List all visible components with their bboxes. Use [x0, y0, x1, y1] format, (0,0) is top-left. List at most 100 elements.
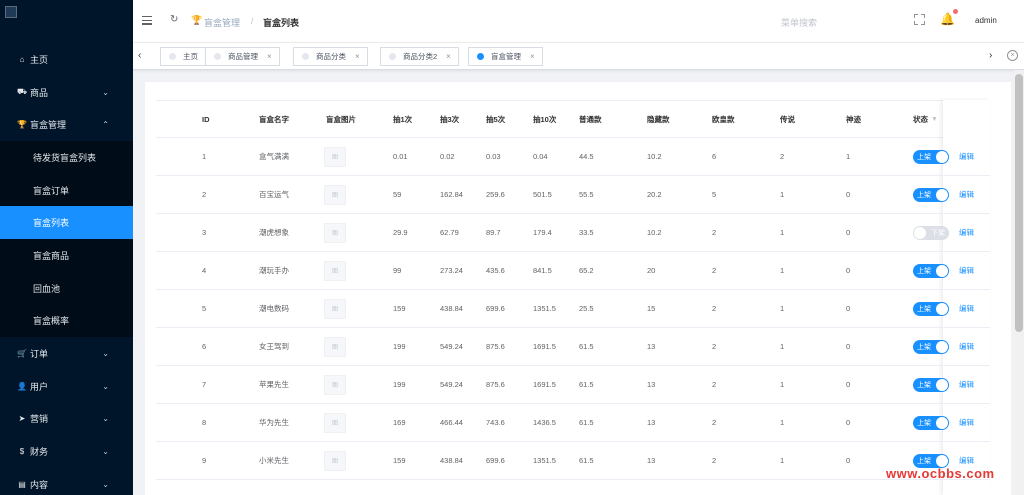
- logo-image: [5, 6, 17, 18]
- image-placeholder-icon[interactable]: 图: [324, 260, 346, 281]
- scrollbar-thumb[interactable]: [1015, 74, 1023, 332]
- image-placeholder-icon[interactable]: 图: [324, 336, 346, 357]
- table-cell-p1: 169: [393, 418, 406, 427]
- toggle-knob: [936, 264, 948, 277]
- hamburger-icon[interactable]: [142, 16, 152, 27]
- table-cell-p1: 59: [393, 190, 402, 199]
- breadcrumb-parent[interactable]: 盲盒管理: [204, 16, 240, 29]
- sidebar-item-items2-4[interactable]: ▤ 内容 ⌄: [0, 468, 133, 495]
- menu-search-input[interactable]: 菜单搜索: [781, 16, 817, 29]
- column-header: 状态 ▼: [913, 101, 938, 137]
- sidebar-item-items-2[interactable]: 🏆 盲盒管理 ⌃: [0, 108, 133, 141]
- sidebar-subitem[interactable]: 盲盒概率: [0, 304, 133, 338]
- status-toggle-label: 上架: [917, 343, 931, 351]
- table-cell-p1: 159: [393, 456, 406, 465]
- status-toggle[interactable]: 上架: [913, 415, 949, 430]
- image-placeholder-icon[interactable]: 图: [324, 146, 346, 167]
- edit-link[interactable]: 编辑: [959, 455, 974, 466]
- status-toggle[interactable]: 上架: [913, 149, 949, 164]
- edit-link[interactable]: 编辑: [959, 265, 974, 276]
- tab-item[interactable]: 盲盒管理 ×: [468, 47, 543, 66]
- close-all-tabs-icon[interactable]: ×: [1007, 50, 1018, 61]
- trophy-icon: 🏆: [191, 15, 203, 25]
- tab-close-icon[interactable]: ×: [355, 52, 360, 61]
- table-cell-name: 潮虎想象: [259, 228, 289, 237]
- edit-link[interactable]: 编辑: [959, 341, 974, 352]
- edit-link[interactable]: 编辑: [959, 303, 974, 314]
- table-cell-hidden: 15: [647, 304, 656, 313]
- edit-link[interactable]: 编辑: [959, 379, 974, 390]
- fullscreen-icon[interactable]: [914, 14, 925, 25]
- image-placeholder-icon[interactable]: 图: [324, 298, 346, 319]
- chevron-right-icon[interactable]: ›: [989, 50, 992, 61]
- status-toggle[interactable]: 上架: [913, 377, 949, 392]
- table-cell-p10: 841.5: [533, 266, 552, 275]
- image-placeholder-icon[interactable]: 图: [324, 184, 346, 205]
- tab-close-icon[interactable]: ×: [446, 52, 451, 61]
- table-cell-hidden: 13: [647, 418, 656, 427]
- sidebar-subitem[interactable]: 待发货盲盒列表: [0, 141, 133, 174]
- tab-dot-icon: [169, 53, 176, 60]
- column-header-label: 抽1次: [393, 114, 413, 124]
- tab-item[interactable]: 商品管理 ×: [205, 47, 280, 66]
- table-cell-legend: 1: [780, 228, 785, 237]
- toggle-knob: [936, 302, 948, 315]
- sidebar-subitem[interactable]: 盲盒订单: [0, 173, 133, 207]
- image-placeholder-icon[interactable]: 图: [324, 222, 346, 243]
- column-header-label: ID: [202, 114, 210, 124]
- edit-link[interactable]: 编辑: [959, 227, 974, 238]
- table-cell-ouhuang: 6: [712, 152, 717, 161]
- filter-icon[interactable]: ▼: [931, 116, 938, 123]
- image-placeholder-icon[interactable]: 图: [324, 412, 346, 433]
- chevron-left-icon[interactable]: ‹: [138, 50, 141, 61]
- tab-item[interactable]: 商品分类 ×: [293, 47, 368, 66]
- chevron-down-icon: ⌄: [102, 479, 109, 489]
- status-cell: 上架: [913, 366, 949, 403]
- status-toggle[interactable]: 上架: [913, 263, 949, 278]
- table-cell-p3: 273.24: [440, 266, 463, 275]
- tab-close-icon[interactable]: ×: [530, 52, 535, 61]
- toggle-knob: [936, 188, 948, 201]
- watermark-text: www.ocbbs.com: [886, 466, 995, 481]
- sidebar-item-items-0[interactable]: ⌂ 主页: [0, 43, 133, 76]
- table-row: 9 小米先生 图 159 438.84 699.6 1351.5 61.5 13 2 1 0 上架 编辑: [156, 442, 990, 480]
- sidebar-item-items2-1[interactable]: 👤 用户 ⌄: [0, 370, 133, 403]
- sidebar-item-items2-0[interactable]: 🛒 订单 ⌄: [0, 337, 133, 370]
- status-toggle-label: 上架: [917, 419, 931, 427]
- edit-link[interactable]: 编辑: [959, 417, 974, 428]
- tab-close-icon[interactable]: ×: [267, 52, 272, 61]
- status-toggle[interactable]: 上架: [913, 339, 949, 354]
- table-cell-p10: 501.5: [533, 190, 552, 199]
- action-cell: 编辑: [959, 290, 974, 327]
- table-cell-p3: 466.44: [440, 418, 463, 427]
- table-cell-legend: 1: [780, 190, 785, 199]
- edit-link[interactable]: 编辑: [959, 151, 974, 162]
- vertical-scrollbar[interactable]: [1014, 70, 1024, 495]
- column-header: 抽10次: [533, 101, 556, 137]
- tab-item[interactable]: 主页: [160, 47, 206, 66]
- sidebar-item-items-1[interactable]: ⛟ 商品 ⌄: [0, 76, 133, 109]
- image-placeholder-icon[interactable]: 图: [324, 374, 346, 395]
- status-toggle-label: 下架: [931, 229, 945, 237]
- status-toggle-label: 上架: [917, 191, 931, 199]
- table-cell-id: 1: [202, 152, 207, 161]
- sidebar-subitem[interactable]: 盲盒列表: [0, 206, 133, 240]
- sidebar-item-items2-3[interactable]: $ 财务 ⌄: [0, 435, 133, 468]
- user-menu[interactable]: admin: [975, 16, 997, 25]
- refresh-icon[interactable]: ↻: [170, 14, 178, 25]
- sidebar-item-items2-2[interactable]: ➤ 营销 ⌄: [0, 403, 133, 436]
- status-toggle[interactable]: 上架: [913, 301, 949, 316]
- table-row: 6 女王驾到 图 199 549.24 875.6 1691.5 61.5 13 2 1 0 上架 编辑: [156, 328, 990, 366]
- bell-icon[interactable]: 🔔: [940, 12, 955, 26]
- action-cell: 编辑: [959, 252, 974, 289]
- column-header-label: 抽3次: [440, 114, 460, 124]
- tab-item[interactable]: 商品分类2 ×: [380, 47, 459, 66]
- sidebar-subitem[interactable]: 回血池: [0, 271, 133, 305]
- shop-icon: ⛟: [17, 87, 28, 97]
- image-placeholder-icon[interactable]: 图: [324, 450, 346, 471]
- edit-link[interactable]: 编辑: [959, 189, 974, 200]
- status-toggle[interactable]: 上架: [913, 187, 949, 202]
- sidebar-subitem[interactable]: 盲盒商品: [0, 239, 133, 272]
- status-toggle[interactable]: 下架: [913, 225, 949, 240]
- column-header: 抽3次: [440, 101, 459, 137]
